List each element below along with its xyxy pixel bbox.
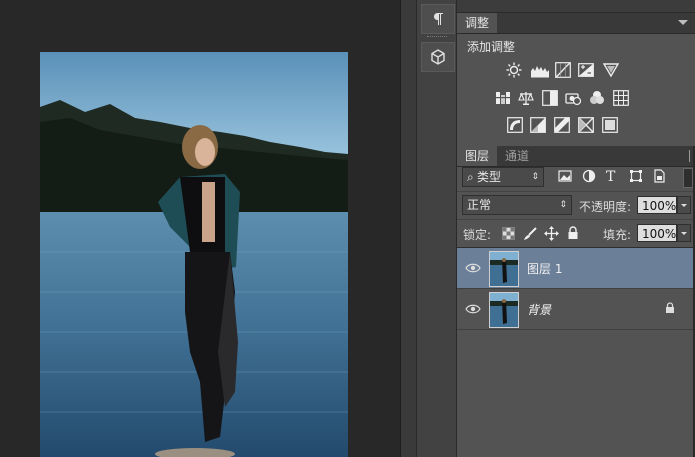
opacity-label: 不透明度: bbox=[579, 200, 632, 214]
photo-image bbox=[40, 52, 348, 457]
layers-list-empty-area bbox=[457, 330, 693, 457]
filter-adjustment-layer-icon[interactable] bbox=[582, 169, 598, 185]
photo-filter-icon[interactable] bbox=[565, 90, 582, 106]
chevron-updown-icon: ⇕ bbox=[559, 200, 567, 210]
brightness-contrast-icon[interactable] bbox=[506, 62, 522, 78]
layer-filter-select[interactable]: ⌕ 类型 ⇕ bbox=[462, 167, 544, 187]
filter-shape-layer-icon[interactable] bbox=[629, 169, 645, 185]
fill-label: 填充: bbox=[603, 228, 632, 242]
lock-position-icon[interactable] bbox=[544, 226, 560, 242]
visibility-eye-icon[interactable] bbox=[465, 301, 481, 317]
3d-cube-icon[interactable] bbox=[421, 42, 455, 72]
opacity-input[interactable]: 100% bbox=[637, 196, 677, 214]
exposure-icon[interactable] bbox=[578, 62, 594, 78]
tab-channels[interactable]: 通道 bbox=[497, 146, 537, 166]
adjustments-tabbar: 调整 bbox=[457, 13, 695, 34]
hue-saturation-icon[interactable] bbox=[495, 90, 511, 106]
lock-icon bbox=[665, 302, 677, 316]
filter-pixel-layer-icon[interactable] bbox=[558, 169, 574, 185]
posterize-icon[interactable] bbox=[530, 117, 546, 133]
gradient-map-icon[interactable] bbox=[578, 117, 594, 133]
separator bbox=[457, 191, 693, 192]
filter-smart-object-icon[interactable] bbox=[652, 169, 668, 185]
collapsed-panel-strip bbox=[416, 0, 457, 457]
invert-icon[interactable] bbox=[507, 117, 523, 133]
levels-icon[interactable] bbox=[530, 62, 550, 78]
black-white-icon[interactable] bbox=[542, 90, 558, 106]
blend-mode-value: 正常 bbox=[467, 198, 492, 212]
vibrance-icon[interactable] bbox=[602, 62, 620, 78]
lock-transparent-pixels-icon[interactable] bbox=[502, 227, 518, 243]
filter-toggle-switch[interactable] bbox=[683, 168, 693, 188]
layers-tabbar: 图层 通道 bbox=[457, 146, 695, 167]
tab-adjustments[interactable]: 调整 bbox=[457, 13, 498, 33]
layer-thumbnail bbox=[489, 292, 519, 328]
right-panels: 调整 添加调整 图层 通道 ⌕ 类型 ⇕ T 正常 ⇕ 不透明度: 100% 锁… bbox=[456, 0, 695, 457]
layer-row-layer-1[interactable]: 图层 1 bbox=[457, 248, 693, 289]
layer-filter-label: 类型 bbox=[477, 170, 502, 184]
channel-mixer-icon[interactable] bbox=[589, 90, 605, 106]
chevron-updown-icon: ⇕ bbox=[531, 172, 539, 182]
curves-icon[interactable] bbox=[555, 62, 571, 78]
strip-separator bbox=[427, 36, 447, 40]
layer-name[interactable]: 背景 bbox=[527, 301, 551, 318]
fill-input[interactable]: 100% bbox=[637, 224, 677, 242]
selective-color-icon[interactable] bbox=[602, 117, 618, 133]
layer-name[interactable]: 图层 1 bbox=[527, 260, 562, 277]
panel-top-strip bbox=[457, 0, 695, 13]
fill-dropdown-button[interactable] bbox=[677, 224, 691, 242]
lock-image-pixels-icon[interactable] bbox=[523, 227, 539, 243]
panel-menu-icon[interactable] bbox=[676, 16, 690, 28]
layer-thumbnail bbox=[489, 251, 519, 287]
separator bbox=[457, 219, 693, 220]
threshold-icon[interactable] bbox=[554, 117, 570, 133]
blend-mode-select[interactable]: 正常 ⇕ bbox=[462, 195, 572, 215]
tab-layers[interactable]: 图层 bbox=[457, 146, 498, 166]
color-balance-icon[interactable] bbox=[518, 90, 534, 106]
lock-label: 锁定: bbox=[463, 228, 492, 242]
lock-all-icon[interactable] bbox=[567, 226, 583, 242]
visibility-eye-icon[interactable] bbox=[465, 260, 481, 276]
add-adjustment-label: 添加调整 bbox=[467, 40, 516, 54]
opacity-dropdown-button[interactable] bbox=[677, 196, 691, 214]
document-canvas-area[interactable] bbox=[0, 0, 400, 457]
search-icon: ⌕ bbox=[467, 170, 474, 184]
document-photo[interactable] bbox=[40, 52, 348, 457]
color-lookup-icon[interactable] bbox=[613, 90, 629, 106]
filter-type-layer-icon[interactable]: T bbox=[606, 169, 622, 185]
panel-divider[interactable] bbox=[400, 0, 417, 457]
paragraph-icon[interactable] bbox=[421, 4, 455, 34]
layer-row-background[interactable]: 背景 bbox=[457, 289, 693, 330]
